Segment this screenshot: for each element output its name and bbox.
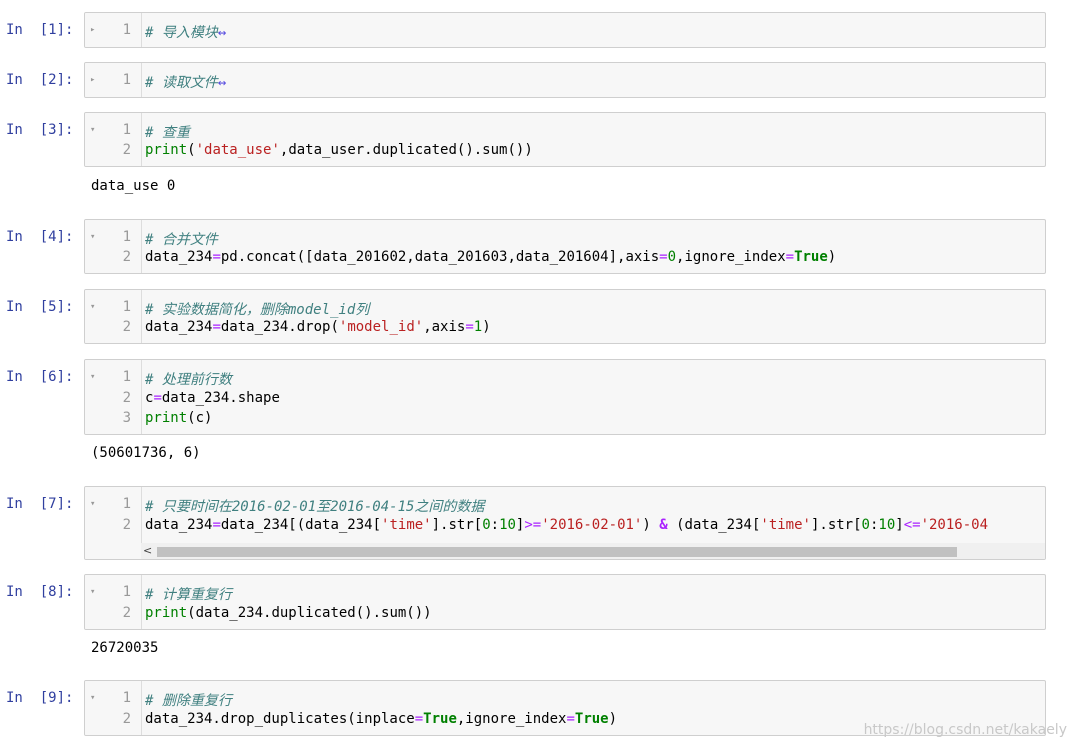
code-comment: # 合并文件 xyxy=(145,232,218,248)
code-cell[interactable]: In [4]: ▾ 1 2 # 合并文件 data_234=pd.concat(… xyxy=(0,219,1077,275)
code-line[interactable]: # 实验数据简化，删除model_id列 xyxy=(145,299,369,319)
line-number: 1 xyxy=(122,229,131,245)
code-editor[interactable]: ▾ 1 2 # 实验数据简化，删除model_id列 data_234=data… xyxy=(84,289,1046,344)
line-number: 1 xyxy=(122,369,131,385)
code-comment: # 读取文件 xyxy=(145,75,218,91)
code-line[interactable]: data_234=data_234[(data_234['time'].str[… xyxy=(145,517,988,533)
code-cell[interactable]: In [2]: ▸ 1 # 读取文件↔ xyxy=(0,62,1077,98)
code-editor[interactable]: ▾ 1 2 3 # 处理前行数 c=data_234.shape print(c… xyxy=(84,359,1046,435)
cell-prompt: In [5]: xyxy=(6,299,74,315)
line-gutter: ▾ 1 2 3 xyxy=(85,360,142,434)
triangle-down-icon[interactable]: ▾ xyxy=(90,693,95,703)
triangle-down-icon[interactable]: ▾ xyxy=(90,372,95,382)
code-cell[interactable]: In [7]: ▾ 1 2 # 只要时间在2016-02-01至2016-04-… xyxy=(0,486,1077,560)
code-line[interactable]: data_234=pd.concat([data_201602,data_201… xyxy=(145,249,836,265)
triangle-down-icon[interactable]: ▾ xyxy=(90,302,95,312)
line-number: 2 xyxy=(122,249,131,265)
code-comment: # 删除重复行 xyxy=(145,693,232,709)
code-line[interactable]: data_234=data_234.drop('model_id',axis=1… xyxy=(145,319,491,335)
code-line[interactable]: print(c) xyxy=(145,410,212,426)
code-line[interactable]: data_234.drop_duplicates(inplace=True,ig… xyxy=(145,711,617,727)
code-editor[interactable]: ▾ 1 2 # 查重 print('data_use',data_user.du… xyxy=(84,112,1046,167)
cell-output: 26720035 xyxy=(91,640,159,656)
cell-prompt: In [3]: xyxy=(6,122,74,138)
double-arrow-icon[interactable]: ↔ xyxy=(218,75,226,91)
code-cell[interactable]: In [1]: ▸ 1 # 导入模块↔ xyxy=(0,12,1077,48)
code-line[interactable]: # 合并文件 xyxy=(145,229,218,249)
line-number: 2 xyxy=(122,390,131,406)
line-number: 3 xyxy=(122,410,131,426)
cell-prompt: In [8]: xyxy=(6,584,74,600)
triangle-down-icon[interactable]: ▾ xyxy=(90,499,95,509)
line-gutter: ▸ 1 xyxy=(85,63,142,97)
triangle-right-icon[interactable]: ▸ xyxy=(90,25,95,35)
code-editor[interactable]: ▾ 1 2 # 只要时间在2016-02-01至2016-04-15之间的数据 … xyxy=(84,486,1046,560)
code-cell[interactable]: In [5]: ▾ 1 2 # 实验数据简化，删除model_id列 data_… xyxy=(0,289,1077,345)
code-line[interactable]: # 处理前行数 xyxy=(145,369,232,389)
code-comment: # 只要时间在2016-02-01至2016-04-15之间的数据 xyxy=(145,499,485,515)
cell-prompt: In [2]: xyxy=(6,72,74,88)
line-number: 1 xyxy=(122,72,131,88)
line-number: 1 xyxy=(122,22,131,38)
line-gutter: ▾ 1 2 xyxy=(85,113,142,166)
double-arrow-icon[interactable]: ↔ xyxy=(218,25,226,41)
code-editor[interactable]: ▾ 1 2 # 合并文件 data_234=pd.concat([data_20… xyxy=(84,219,1046,274)
code-editor[interactable]: ▾ 1 2 # 计算重复行 print(data_234.duplicated(… xyxy=(84,574,1046,630)
code-comment: # 计算重复行 xyxy=(145,587,232,603)
line-gutter: ▾ 1 2 xyxy=(85,575,142,629)
triangle-down-icon[interactable]: ▾ xyxy=(90,232,95,242)
code-line[interactable]: # 计算重复行 xyxy=(145,584,232,604)
triangle-down-icon[interactable]: ▾ xyxy=(90,587,95,597)
line-number: 1 xyxy=(122,122,131,138)
cell-prompt: In [4]: xyxy=(6,229,74,245)
line-number: 1 xyxy=(122,496,131,512)
code-editor[interactable]: ▸ 1 # 导入模块↔ xyxy=(84,12,1046,48)
line-number: 1 xyxy=(122,299,131,315)
notebook-page: In [1]: ▸ 1 # 导入模块↔ In [2]: ▸ 1 # 读取文件↔ … xyxy=(0,0,1077,748)
line-number: 2 xyxy=(122,517,131,533)
cell-output: data_use 0 xyxy=(91,178,176,194)
line-gutter: ▾ 1 2 xyxy=(85,487,142,559)
cell-prompt: In [6]: xyxy=(6,369,74,385)
line-gutter: ▾ 1 2 xyxy=(85,220,142,273)
line-number: 1 xyxy=(122,690,131,706)
code-line[interactable]: print('data_use',data_user.duplicated().… xyxy=(145,142,533,158)
scroll-left-icon[interactable]: < xyxy=(143,544,152,557)
cell-output: (50601736, 6) xyxy=(91,445,201,461)
horizontal-scrollbar[interactable]: < xyxy=(141,543,1045,559)
line-number: 1 xyxy=(122,584,131,600)
line-number: 2 xyxy=(122,605,131,621)
code-comment: # 处理前行数 xyxy=(145,372,232,388)
line-gutter: ▾ 1 2 xyxy=(85,290,142,343)
code-line[interactable]: # 查重 xyxy=(145,122,190,142)
triangle-right-icon[interactable]: ▸ xyxy=(90,75,95,85)
code-comment: # 查重 xyxy=(145,125,190,141)
code-line[interactable]: print(data_234.duplicated().sum()) xyxy=(145,605,432,621)
line-gutter: ▾ 1 2 xyxy=(85,681,142,735)
code-cell[interactable]: In [3]: ▾ 1 2 # 查重 print('data_use',data… xyxy=(0,112,1077,202)
line-number: 2 xyxy=(122,711,131,727)
triangle-down-icon[interactable]: ▾ xyxy=(90,125,95,135)
code-cell[interactable]: In [8]: ▾ 1 2 # 计算重复行 print(data_234.dup… xyxy=(0,574,1077,664)
code-line[interactable]: c=data_234.shape xyxy=(145,390,280,406)
cell-prompt: In [7]: xyxy=(6,496,74,512)
code-line[interactable]: # 导入模块↔ xyxy=(145,22,226,42)
cell-prompt: In [9]: xyxy=(6,690,74,706)
code-comment: # 实验数据简化，删除model_id列 xyxy=(145,302,370,318)
code-editor[interactable]: ▸ 1 # 读取文件↔ xyxy=(84,62,1046,98)
line-number: 2 xyxy=(122,142,131,158)
line-gutter: ▸ 1 xyxy=(85,13,142,47)
line-number: 2 xyxy=(122,319,131,335)
code-line[interactable]: # 删除重复行 xyxy=(145,690,232,710)
code-line[interactable]: # 只要时间在2016-02-01至2016-04-15之间的数据 xyxy=(145,496,484,516)
cell-prompt: In [1]: xyxy=(6,22,74,38)
code-line[interactable]: # 读取文件↔ xyxy=(145,72,226,92)
watermark: https://blog.csdn.net/kakaely xyxy=(863,722,1067,738)
code-cell[interactable]: In [6]: ▾ 1 2 3 # 处理前行数 c=data_234.shape… xyxy=(0,359,1077,469)
scrollbar-thumb[interactable] xyxy=(157,547,957,557)
code-comment: # 导入模块 xyxy=(145,25,218,41)
